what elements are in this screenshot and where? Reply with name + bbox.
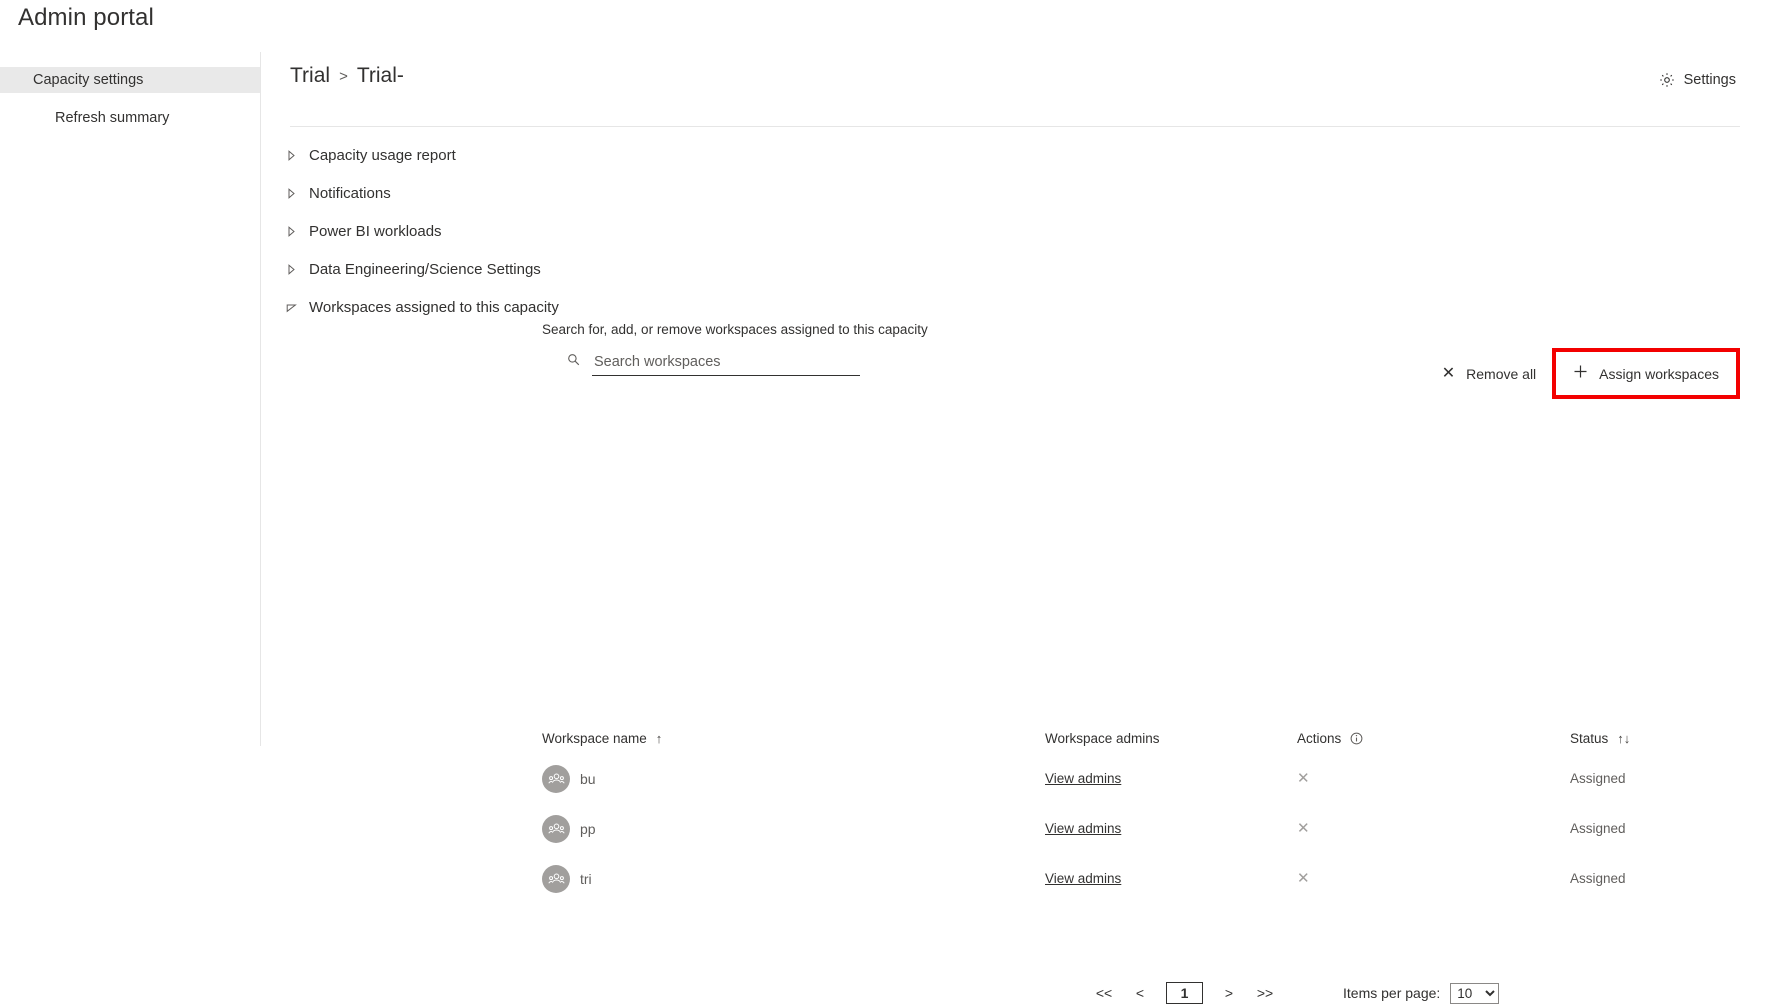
breadcrumb-separator-icon: > [339,68,348,85]
view-admins-link[interactable]: View admins [1045,771,1121,786]
workspaces-table: Workspace name ↑ Workspace admins Action… [262,722,1767,904]
column-header-label: Workspace name [542,731,647,746]
pagination-last-button[interactable]: >> [1247,985,1283,1001]
view-admins-link[interactable]: View admins [1045,871,1121,886]
pagination-prev-button[interactable]: < [1122,985,1158,1001]
sidebar-item-refresh-summary[interactable]: Refresh summary [0,105,260,131]
chevron-right-icon [286,188,297,199]
pagination-first-button[interactable]: << [1086,985,1122,1001]
cell-workspace-name: pp [542,815,596,843]
page-title: Admin portal [18,2,154,34]
section-label: Data Engineering/Science Settings [309,261,541,278]
remove-workspace-icon[interactable]: ✕ [1297,870,1310,887]
cell-actions: ✕ [1297,770,1310,788]
breadcrumb-item-current[interactable]: Trial- [357,64,404,88]
section-data-engineering-science-settings[interactable]: Data Engineering/Science Settings [262,250,1767,288]
cell-workspace-admins: View admins [1045,820,1121,838]
section-label: Workspaces assigned to this capacity [309,299,559,316]
remove-workspace-icon[interactable]: ✕ [1297,770,1310,787]
sidebar-item-label: Refresh summary [55,110,169,126]
column-header-label: Workspace admins [1045,731,1160,746]
assign-workspaces-highlight: Assign workspaces [1552,348,1740,399]
header-divider [290,126,1740,127]
info-icon[interactable] [1350,732,1363,745]
items-per-page-label: Items per page: [1343,985,1440,1001]
group-icon [542,765,570,793]
column-header-workspace-name[interactable]: Workspace name ↑ [542,731,662,746]
group-icon [542,815,570,843]
sidebar-item-label: Capacity settings [33,72,143,88]
cell-status: Assigned [1570,820,1626,838]
remove-all-label: Remove all [1466,366,1536,382]
column-header-status[interactable]: Status ↑↓ [1570,731,1630,746]
cell-actions: ✕ [1297,870,1310,888]
sort-toggle-icon: ↑↓ [1617,731,1630,746]
breadcrumb: Trial > Trial- [290,64,404,88]
cell-actions: ✕ [1297,820,1310,838]
cell-status: Assigned [1570,870,1626,888]
remove-workspace-icon[interactable]: ✕ [1297,820,1310,837]
topbar: Trial > Trial- Settings [262,52,1767,126]
settings-button[interactable]: Settings [1655,69,1740,91]
view-admins-link[interactable]: View admins [1045,821,1121,836]
group-icon [542,865,570,893]
column-header-label: Status [1570,731,1608,746]
table-row: tri View admins ✕ Assigned [262,854,1767,904]
sidebar: Capacity settings Refresh summary [0,52,261,746]
table-header-row: Workspace name ↑ Workspace admins Action… [262,722,1767,754]
search-input[interactable] [592,352,860,376]
chevron-right-icon [286,226,297,237]
status-badge: Assigned [1570,871,1626,886]
status-badge: Assigned [1570,821,1626,836]
chevron-right-icon [286,150,297,161]
plus-icon [1573,364,1588,383]
section-label: Capacity usage report [309,147,456,164]
column-header-label: Actions [1297,731,1341,746]
section-workspaces-assigned-to-this-capacity[interactable]: Workspaces assigned to this capacity [262,288,1767,326]
section-power-bi-workloads[interactable]: Power BI workloads [262,212,1767,250]
workspaces-toolbar: ✕ Remove all Assign workspaces [1426,348,1740,399]
sidebar-item-capacity-settings[interactable]: Capacity settings [0,67,260,93]
cell-workspace-admins: View admins [1045,770,1121,788]
items-per-page-select[interactable]: 102050100 [1450,983,1499,1004]
search-icon [567,353,580,376]
table-row: bu View admins ✕ Assigned [262,754,1767,804]
column-header-workspace-admins[interactable]: Workspace admins [1045,731,1160,746]
workspaces-description: Search for, add, or remove workspaces as… [542,322,928,337]
assign-workspaces-button[interactable]: Assign workspaces [1557,353,1735,394]
workspace-name-text: bu [580,771,596,787]
close-icon: ✕ [1442,366,1455,382]
settings-label: Settings [1684,72,1736,88]
settings-sections: Capacity usage report Notifications Powe… [262,136,1767,326]
workspace-name-text: pp [580,821,596,837]
remove-all-button[interactable]: ✕ Remove all [1426,355,1552,393]
gear-icon [1659,72,1675,88]
status-badge: Assigned [1570,771,1626,786]
section-notifications[interactable]: Notifications [262,174,1767,212]
table-row: pp View admins ✕ Assigned [262,804,1767,854]
chevron-right-icon [286,264,297,275]
workspace-name-text: tri [580,871,592,887]
pagination-next-button[interactable]: > [1211,985,1247,1001]
chevron-down-icon [286,302,297,313]
cell-workspace-name: bu [542,765,596,793]
breadcrumb-item-trial[interactable]: Trial [290,64,330,88]
section-label: Power BI workloads [309,223,442,240]
cell-workspace-admins: View admins [1045,870,1121,888]
main-content: Trial > Trial- Settings Capacity usage r… [262,52,1767,746]
section-label: Notifications [309,185,391,202]
sort-ascending-icon: ↑ [656,731,663,746]
pagination-current-page[interactable]: 1 [1166,982,1203,1004]
section-capacity-usage-report[interactable]: Capacity usage report [262,136,1767,174]
search-workspaces-container [567,352,860,376]
assign-workspaces-label: Assign workspaces [1599,366,1719,382]
cell-workspace-name: tri [542,865,592,893]
pagination: << < 1 > >> Items per page: 102050100 [262,982,1767,1004]
cell-status: Assigned [1570,770,1626,788]
column-header-actions[interactable]: Actions [1297,731,1363,746]
